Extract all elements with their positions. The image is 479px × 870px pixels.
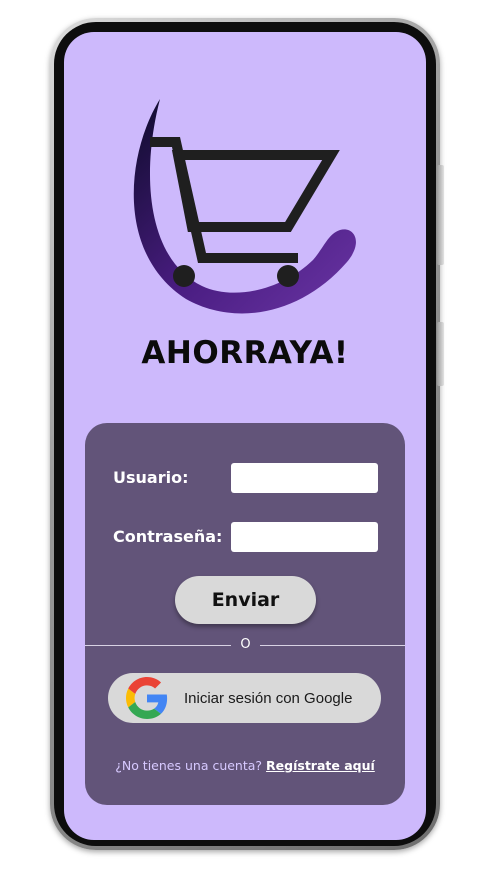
divider-or-text: O [240,637,251,652]
google-icon [126,677,168,719]
shopping-cart-icon [133,99,356,314]
app-screen: AHORRAYA! Usuario: Contraseña: Enviar O … [64,32,426,840]
username-input[interactable] [231,463,378,493]
divider-left [85,645,231,646]
google-signin-button[interactable]: Iniciar sesión con Google [108,673,381,723]
login-card: Usuario: Contraseña: Enviar O Iniciar se… [85,423,405,805]
power-button [437,322,444,386]
password-input[interactable] [231,522,378,552]
password-label: Contraseña: [113,527,223,546]
username-label: Usuario: [113,468,189,487]
signup-link[interactable]: Regístrate aquí [266,758,375,773]
signup-question: ¿No tienes una cuenta? [115,758,263,773]
divider-right [260,645,405,646]
signup-prompt: ¿No tienes una cuenta? Regístrate aquí [85,758,405,773]
google-button-label: Iniciar sesión con Google [184,690,353,707]
volume-button [437,165,444,265]
submit-button[interactable]: Enviar [175,576,316,624]
app-title: AHORRAYA! [141,335,349,371]
